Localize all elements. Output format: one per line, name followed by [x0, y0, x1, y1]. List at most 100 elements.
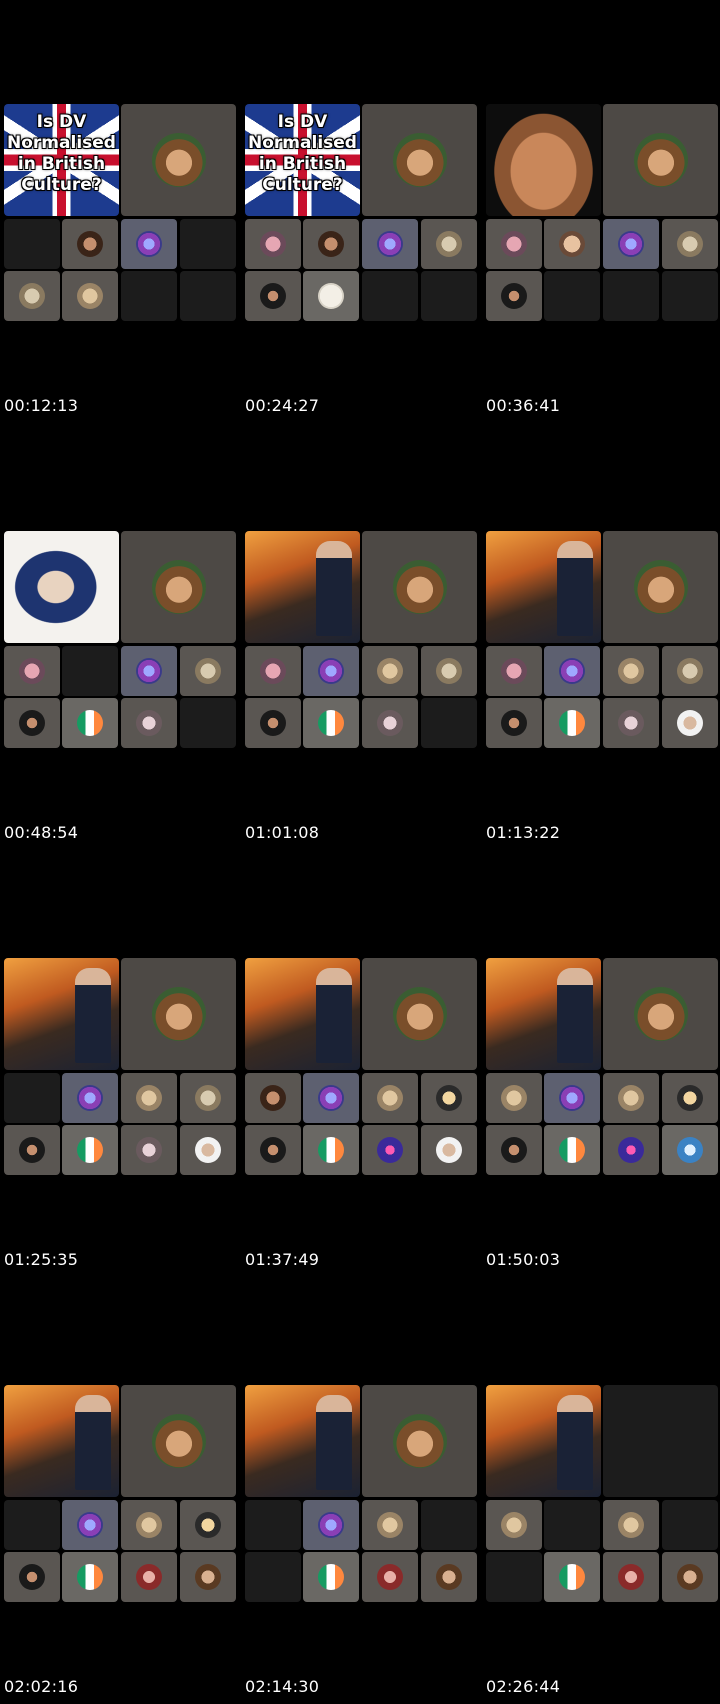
participant-tile[interactable]: [121, 646, 177, 696]
participant-tile[interactable]: [245, 698, 301, 748]
participant-tile[interactable]: [603, 1073, 659, 1123]
host-tile: [603, 1385, 718, 1497]
participant-tile[interactable]: [303, 219, 359, 269]
participant-tile[interactable]: [662, 1073, 718, 1123]
participant-tile[interactable]: [62, 1552, 118, 1602]
participant-tile[interactable]: [121, 1500, 177, 1550]
participant-tile[interactable]: [62, 1073, 118, 1123]
empty-slot: [662, 271, 718, 321]
participant-tile[interactable]: [421, 1552, 477, 1602]
participant-tile[interactable]: [603, 1125, 659, 1175]
participant-tile[interactable]: [662, 646, 718, 696]
participant-tile[interactable]: [603, 1500, 659, 1550]
participant-tile[interactable]: [303, 1073, 359, 1123]
participant-tile[interactable]: [303, 1500, 359, 1550]
participant-tile[interactable]: [362, 1125, 418, 1175]
participant-tile[interactable]: [121, 1073, 177, 1123]
purple-avatar-icon: [618, 231, 644, 257]
participant-tile[interactable]: [486, 1500, 542, 1550]
participant-tile[interactable]: [303, 1125, 359, 1175]
participant-tile[interactable]: [303, 271, 359, 321]
participant-tile[interactable]: [4, 1125, 60, 1175]
participant-tile[interactable]: [180, 646, 236, 696]
video-frame: [486, 1385, 718, 1605]
participant-tile[interactable]: [121, 1125, 177, 1175]
participant-tile[interactable]: [603, 698, 659, 748]
timestamp-label: 01:37:49: [245, 1250, 320, 1269]
participant-tile[interactable]: [180, 1552, 236, 1602]
blonde-avatar-icon: [501, 1512, 527, 1538]
participant-tile[interactable]: [362, 698, 418, 748]
thumbnail-title-line: Normalised: [248, 133, 357, 153]
blonde-avatar-icon: [377, 658, 403, 684]
participant-tile[interactable]: [421, 219, 477, 269]
participant-tile[interactable]: [245, 271, 301, 321]
tan-avatar-icon: [677, 1564, 703, 1590]
empty-slot: [421, 1500, 477, 1550]
blonde-avatar-icon: [377, 1512, 403, 1538]
participant-tile[interactable]: [662, 1125, 718, 1175]
participant-tile[interactable]: [421, 1073, 477, 1123]
participant-tile[interactable]: [4, 698, 60, 748]
participant-tile[interactable]: [4, 646, 60, 696]
participant-tile[interactable]: [603, 219, 659, 269]
participant-tile[interactable]: [362, 1552, 418, 1602]
participant-tile[interactable]: [362, 1073, 418, 1123]
participant-tile[interactable]: [662, 1552, 718, 1602]
participant-tile[interactable]: [180, 1125, 236, 1175]
participant-tile[interactable]: [421, 646, 477, 696]
participant-tile[interactable]: [486, 271, 542, 321]
participant-tile[interactable]: [544, 646, 600, 696]
participant-tile[interactable]: [245, 646, 301, 696]
participant-tile[interactable]: [245, 1125, 301, 1175]
participant-tile[interactable]: [62, 271, 118, 321]
participant-tile[interactable]: [303, 646, 359, 696]
participant-tile[interactable]: [4, 271, 60, 321]
stream-thumbnail: [245, 1385, 360, 1497]
pink-avatar-icon: [501, 231, 527, 257]
participant-tile[interactable]: [421, 1125, 477, 1175]
participant-tile[interactable]: [303, 1552, 359, 1602]
participant-tile[interactable]: [180, 1500, 236, 1550]
grey-avatar-icon: [136, 1137, 162, 1163]
irish-avatar-icon: [77, 1137, 103, 1163]
irish-avatar-icon: [318, 710, 344, 736]
participant-tile[interactable]: [486, 646, 542, 696]
participant-tile[interactable]: [486, 219, 542, 269]
participant-tile[interactable]: [362, 646, 418, 696]
participant-tile[interactable]: [121, 698, 177, 748]
participant-tile[interactable]: [180, 1073, 236, 1123]
participant-tile[interactable]: [62, 1500, 118, 1550]
stream-thumbnail: [486, 104, 601, 216]
participant-tile[interactable]: [544, 1552, 600, 1602]
participant-tile[interactable]: [245, 219, 301, 269]
participant-tile[interactable]: [486, 1073, 542, 1123]
participant-tile[interactable]: [4, 1552, 60, 1602]
participant-tile[interactable]: [544, 219, 600, 269]
participant-tile[interactable]: [603, 646, 659, 696]
participant-tile[interactable]: [121, 1552, 177, 1602]
participant-tile[interactable]: [62, 1125, 118, 1175]
bear-avatar-icon: [392, 987, 447, 1041]
bear-avatar-icon: [151, 987, 206, 1041]
participant-tile[interactable]: [362, 1500, 418, 1550]
participant-tile[interactable]: [603, 1552, 659, 1602]
participant-tile[interactable]: [245, 1073, 301, 1123]
participant-tile[interactable]: [544, 1125, 600, 1175]
participant-tile[interactable]: [662, 698, 718, 748]
participant-tile[interactable]: [486, 698, 542, 748]
sepia-avatar-icon: [677, 231, 703, 257]
participant-tile[interactable]: [362, 219, 418, 269]
participant-tile[interactable]: [62, 698, 118, 748]
timestamp-label: 01:13:22: [486, 823, 561, 842]
empty-slot: [486, 1552, 542, 1602]
bear-avatar-icon: [392, 560, 447, 614]
participant-tile[interactable]: [121, 219, 177, 269]
participant-tile[interactable]: [62, 219, 118, 269]
participant-tile[interactable]: [662, 219, 718, 269]
participant-tile[interactable]: [303, 698, 359, 748]
participant-tile[interactable]: [544, 1073, 600, 1123]
participant-tile[interactable]: [544, 698, 600, 748]
host-tile: [362, 104, 477, 216]
participant-tile[interactable]: [486, 1125, 542, 1175]
